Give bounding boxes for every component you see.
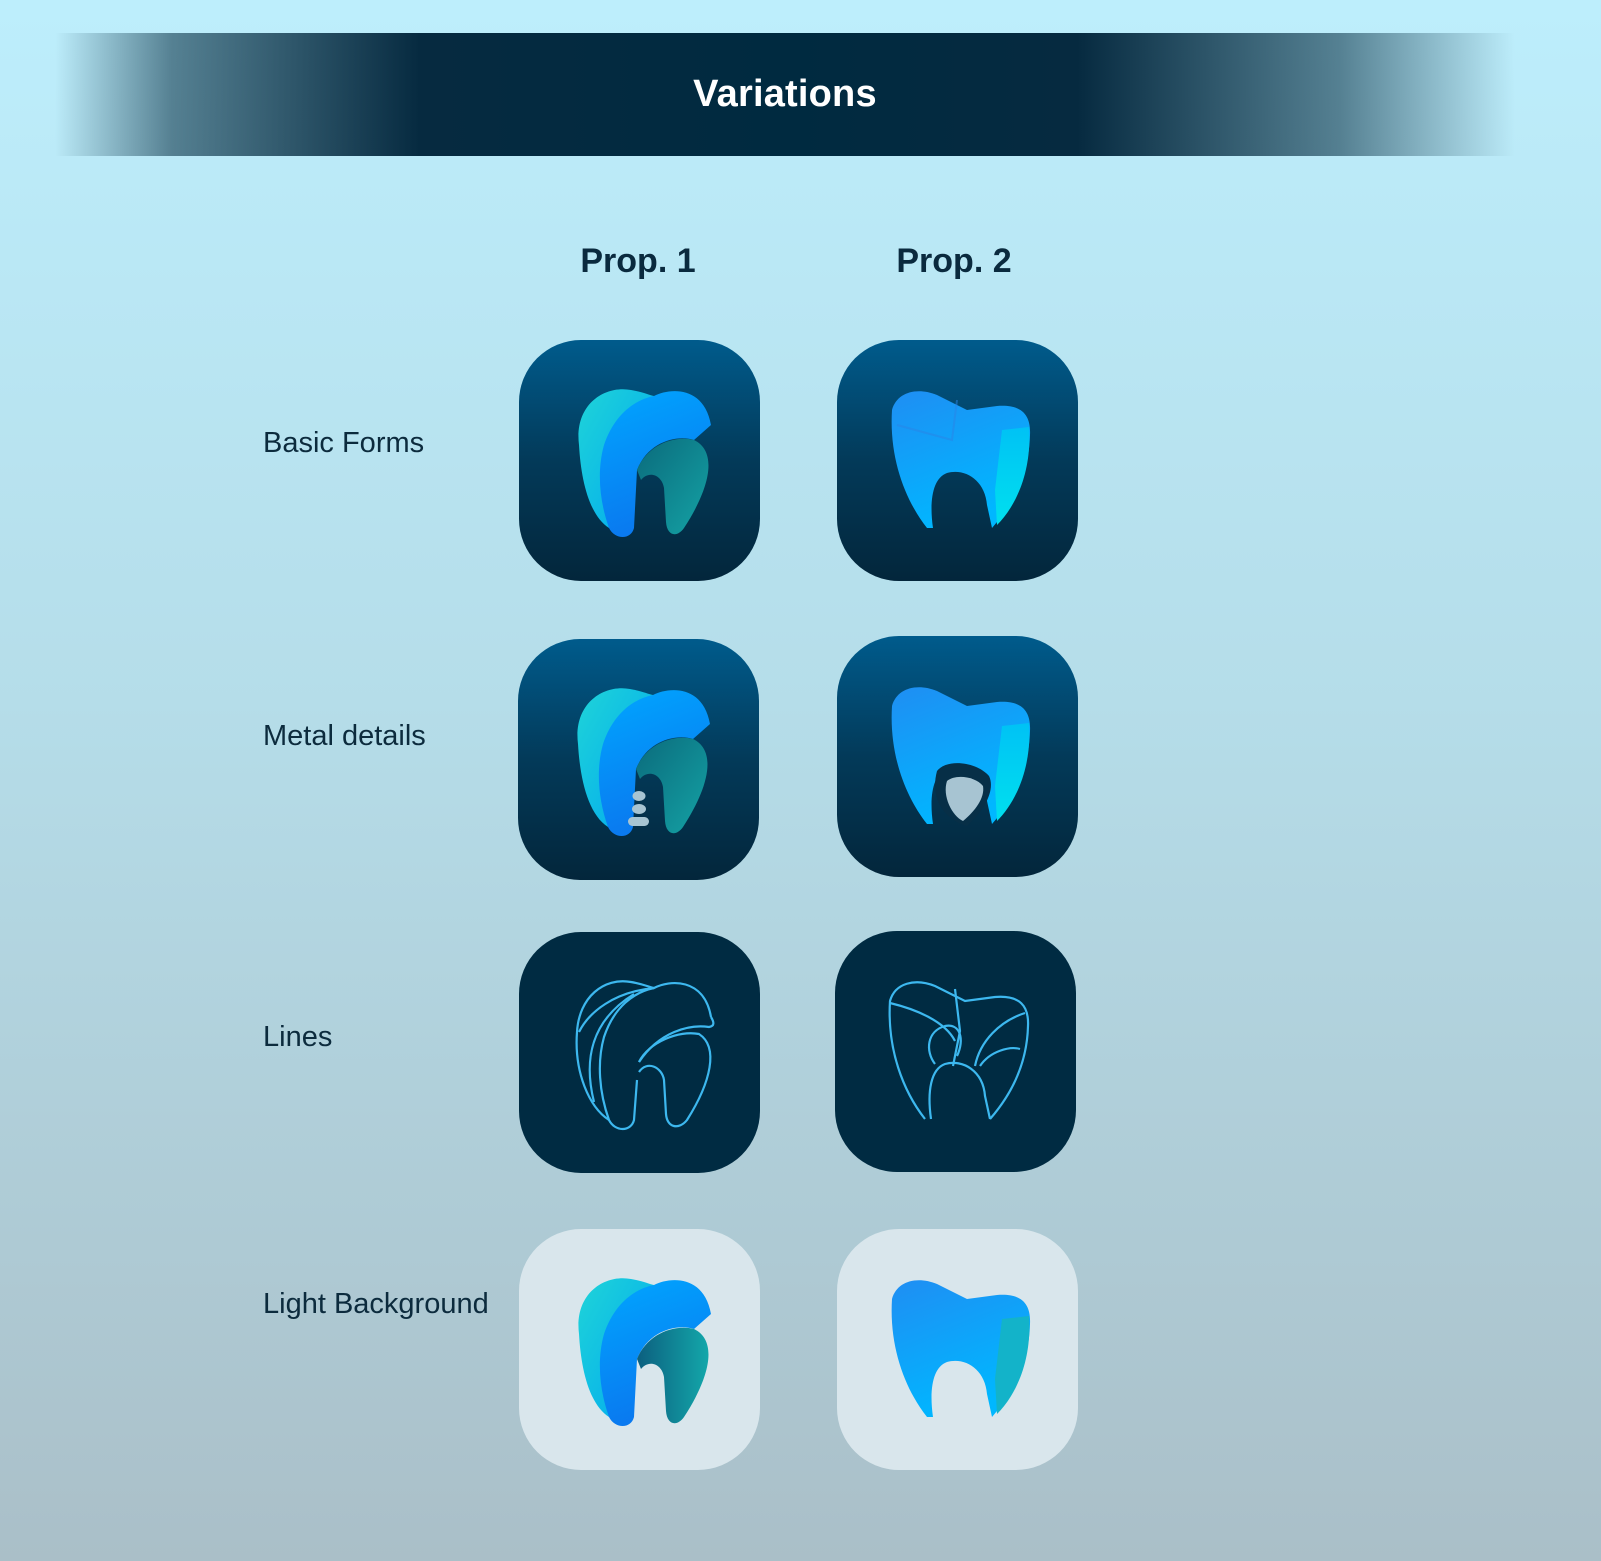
tooth-prop2-basic-icon	[891, 391, 1031, 528]
tooth-prop2-lines-icon	[888, 981, 1030, 1120]
tooth-prop1-light-icon	[578, 1278, 711, 1426]
tooth-prop2-light-icon	[891, 1280, 1031, 1417]
page-title: Variations	[693, 73, 877, 115]
tile-prop2-lines	[835, 931, 1076, 1172]
tooth-prop1-metal-icon	[577, 688, 710, 836]
tile-prop1-light-background	[519, 1229, 760, 1470]
tile-prop1-lines	[519, 932, 760, 1173]
tile-prop2-light-background	[837, 1229, 1078, 1470]
row-label-light-background: Light Background	[263, 1288, 489, 1320]
column-header-prop-1: Prop. 1	[580, 242, 696, 280]
tile-prop1-basic-forms	[519, 340, 760, 581]
row-label-metal-details: Metal details	[263, 720, 426, 752]
tooth-prop2-metal-icon	[891, 687, 1031, 826]
tooth-prop1-basic-icon	[578, 389, 711, 537]
tooth-prop1-lines-icon	[575, 980, 715, 1131]
tile-prop2-basic-forms	[837, 340, 1078, 581]
tile-prop2-metal-details	[837, 636, 1078, 877]
row-label-basic-forms: Basic Forms	[263, 427, 425, 459]
column-header-prop-2: Prop. 2	[896, 242, 1012, 280]
row-label-lines: Lines	[263, 1021, 333, 1053]
tile-prop1-metal-details	[518, 639, 759, 880]
header-banner: Variations	[55, 33, 1515, 156]
